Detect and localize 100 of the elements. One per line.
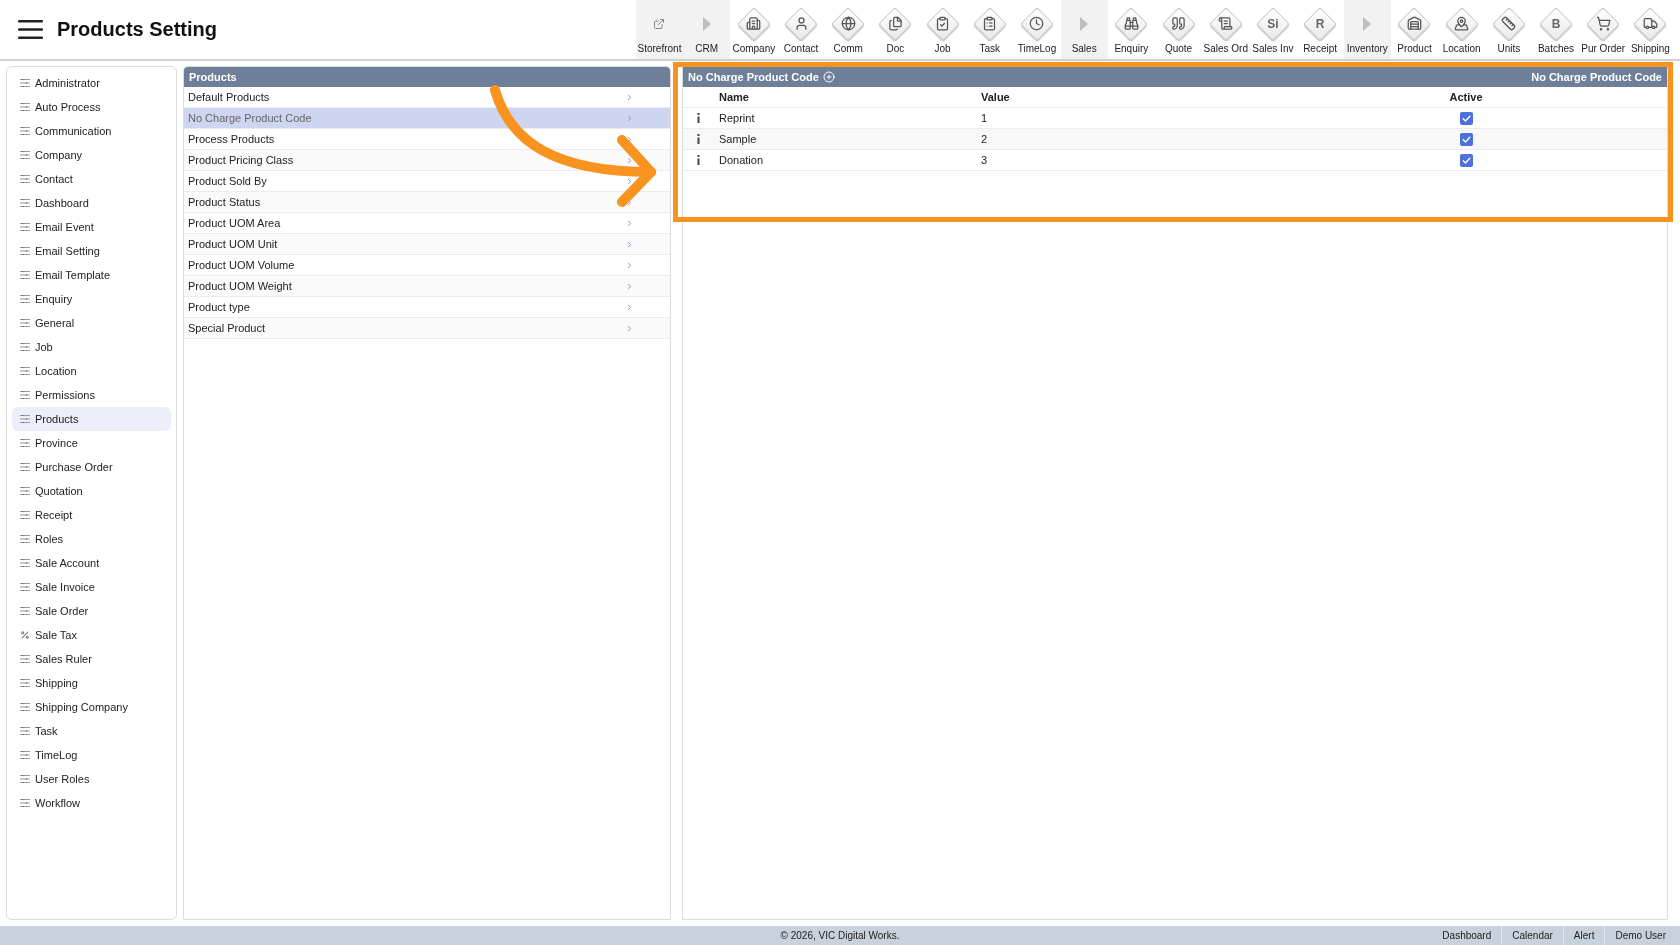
category-item[interactable]: No Charge Product Code bbox=[184, 108, 670, 129]
category-item[interactable]: Product UOM Unit bbox=[184, 234, 670, 255]
sidebar-item[interactable]: Task bbox=[12, 719, 171, 743]
sidebar-item[interactable]: Purchase Order bbox=[12, 455, 171, 479]
sidebar-item[interactable]: User Roles bbox=[12, 767, 171, 791]
list-lines-icon bbox=[20, 583, 30, 591]
info-icon[interactable] bbox=[696, 134, 700, 144]
column-header: Value bbox=[980, 91, 1010, 103]
sidebar-item[interactable]: Communication bbox=[12, 119, 171, 143]
chevron-right-icon bbox=[625, 323, 634, 333]
list-lines-icon bbox=[20, 799, 30, 807]
sidebar-item[interactable]: Workflow bbox=[12, 791, 171, 815]
toolbar-button[interactable]: Sales bbox=[1060, 0, 1108, 59]
column-header: Name bbox=[718, 91, 749, 103]
chevron-right-icon bbox=[625, 218, 634, 228]
panel-title: No Charge Product Code bbox=[688, 71, 819, 83]
checkbox[interactable] bbox=[1459, 132, 1473, 146]
info-icon[interactable] bbox=[696, 155, 700, 165]
list-lines-icon bbox=[20, 175, 30, 183]
sidebar-item[interactable]: Location bbox=[12, 359, 171, 383]
sidebar-item[interactable]: TimeLog bbox=[12, 743, 171, 767]
toolbar-button[interactable]: R Receipt bbox=[1296, 0, 1344, 59]
sidebar-item[interactable]: Auto Process bbox=[12, 95, 171, 119]
toolbar-button[interactable]: Doc bbox=[871, 0, 919, 59]
chevron-right-icon bbox=[625, 134, 634, 144]
column-header: Active bbox=[1449, 91, 1483, 103]
category-item[interactable]: Product UOM Weight bbox=[184, 276, 670, 297]
footer-link[interactable]: Alert bbox=[1562, 926, 1605, 945]
footer-link[interactable]: Demo User bbox=[1604, 926, 1676, 945]
sidebar-item[interactable]: Roles bbox=[12, 527, 171, 551]
sidebar-item[interactable]: Sale Invoice bbox=[12, 575, 171, 599]
sidebar-item[interactable]: Shipping bbox=[12, 671, 171, 695]
toolbar-button[interactable]: Enquiry bbox=[1107, 0, 1155, 59]
list-lines-icon bbox=[20, 391, 30, 399]
category-item[interactable]: Product Status bbox=[184, 192, 670, 213]
sidebar-item[interactable]: Province bbox=[12, 431, 171, 455]
list-lines-icon bbox=[20, 775, 30, 783]
toolbar-button[interactable]: Inventory bbox=[1343, 0, 1391, 59]
checkbox[interactable] bbox=[1459, 153, 1473, 167]
toolbar-button[interactable]: Storefront bbox=[635, 0, 684, 59]
list-lines-icon bbox=[20, 103, 30, 111]
sidebar-item[interactable]: Receipt bbox=[12, 503, 171, 527]
chevron-right-icon bbox=[625, 155, 634, 165]
sidebar-item[interactable]: Dashboard bbox=[12, 191, 171, 215]
menu-icon[interactable] bbox=[18, 20, 43, 39]
sidebar-item[interactable]: Company bbox=[12, 143, 171, 167]
add-icon[interactable] bbox=[822, 71, 835, 83]
sidebar-item[interactable]: Sale Account bbox=[12, 551, 171, 575]
list-lines-icon bbox=[20, 439, 30, 447]
sidebar-item[interactable]: Shipping Company bbox=[12, 695, 171, 719]
footer-link[interactable]: Dashboard bbox=[1432, 926, 1502, 945]
toolbar-button[interactable]: Units bbox=[1485, 0, 1533, 59]
sidebar-item[interactable]: Email Template bbox=[12, 263, 171, 287]
toolbar-button[interactable]: Sales Ord bbox=[1202, 0, 1250, 59]
toolbar-button[interactable]: Product bbox=[1390, 0, 1439, 59]
sidebar-item[interactable]: Contact bbox=[12, 167, 171, 191]
panel-title: No Charge Product Code bbox=[1531, 71, 1662, 83]
toolbar-button[interactable]: Quote bbox=[1154, 0, 1203, 59]
list-lines-icon bbox=[20, 223, 30, 231]
list-lines-icon bbox=[20, 511, 30, 519]
toolbar-button[interactable]: Pur Order bbox=[1579, 0, 1627, 59]
sidebar-item[interactable]: Products bbox=[12, 407, 171, 431]
toolbar-button[interactable]: Company bbox=[730, 0, 778, 59]
sidebar-item[interactable]: General bbox=[12, 311, 171, 335]
sidebar-item[interactable]: Email Event bbox=[12, 215, 171, 239]
chevron-right-icon bbox=[625, 302, 634, 312]
list-lines-icon bbox=[20, 535, 30, 543]
toolbar-button[interactable]: Location bbox=[1438, 0, 1486, 59]
footer-link[interactable]: Calendar bbox=[1501, 926, 1563, 945]
list-lines-icon bbox=[20, 751, 30, 759]
list-lines-icon bbox=[20, 199, 30, 207]
sidebar-item[interactable]: Administrator bbox=[12, 71, 171, 95]
external-link-icon bbox=[653, 17, 666, 30]
toolbar-button[interactable]: Task bbox=[966, 0, 1014, 59]
toolbar-button[interactable]: TimeLog bbox=[1013, 0, 1061, 59]
category-item[interactable]: Special Product bbox=[184, 318, 670, 339]
list-lines-icon bbox=[20, 559, 30, 567]
chevron-right-icon bbox=[625, 281, 634, 291]
toolbar-button[interactable]: B Batches bbox=[1532, 0, 1580, 59]
sidebar-item[interactable]: Enquiry bbox=[12, 287, 171, 311]
checkbox[interactable] bbox=[1459, 111, 1473, 125]
sidebar-item[interactable]: Sales Ruler bbox=[12, 647, 171, 671]
sidebar-item[interactable]: Job bbox=[12, 335, 171, 359]
toolbar-button[interactable]: Si Sales Inv bbox=[1249, 0, 1297, 59]
toolbar-button[interactable]: CRM bbox=[683, 0, 731, 59]
toolbar-button[interactable]: Contact bbox=[777, 0, 825, 59]
table-cell-text: Donation bbox=[718, 154, 764, 166]
sidebar-item[interactable]: Sale Tax bbox=[12, 623, 171, 647]
page-title: Products Setting bbox=[57, 18, 217, 41]
sidebar-item[interactable]: Sale Order bbox=[12, 599, 171, 623]
list-lines-icon bbox=[20, 679, 30, 687]
sidebar-item[interactable]: Email Setting bbox=[12, 239, 171, 263]
info-icon[interactable] bbox=[696, 113, 700, 123]
list-lines-icon bbox=[20, 727, 30, 735]
sidebar-item[interactable]: Permissions bbox=[12, 383, 171, 407]
toolbar-button[interactable]: Comm bbox=[824, 0, 872, 59]
copyright-text: © 2026, VIC Digital Works. bbox=[780, 930, 900, 941]
toolbar-button[interactable]: Job bbox=[919, 0, 967, 59]
sidebar-item[interactable]: Quotation bbox=[12, 479, 171, 503]
toolbar-button[interactable]: Shipping bbox=[1626, 0, 1674, 59]
